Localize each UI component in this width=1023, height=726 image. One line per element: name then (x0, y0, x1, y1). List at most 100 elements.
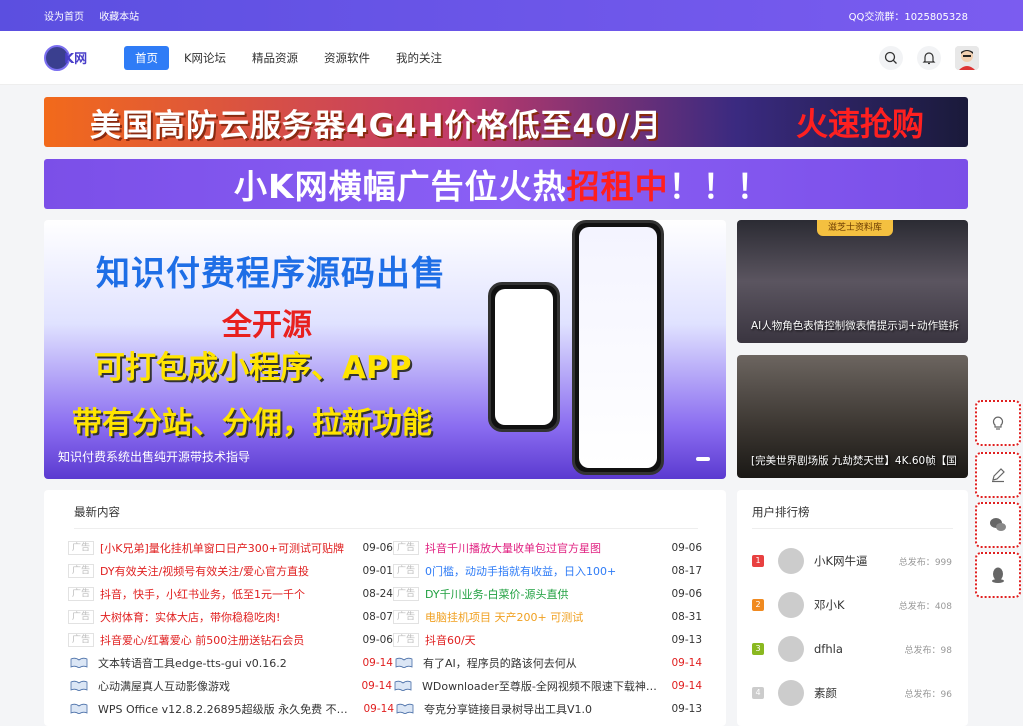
phone-mockup-back (488, 282, 560, 432)
float-post-button[interactable] (975, 452, 1021, 498)
ranking-user-name[interactable]: 邓小K (814, 597, 899, 613)
list-item-title[interactable]: 抖音，快手，小红书业务，低至1元一千个 (100, 586, 355, 602)
ranking-post-count: 总发布：98 (904, 645, 952, 656)
ranking-user-name[interactable]: 小K网牛逼 (814, 553, 899, 569)
wechat-icon (990, 518, 1006, 531)
table-row: 广告 DY有效关注/视频号有效关注/爱心官方直投 09-01 广告 0门槛，动动手指就有… (68, 559, 702, 582)
nav-software[interactable]: 资源软件 (313, 46, 381, 70)
list-item[interactable]: 有了AI，程序员的路该何去何从 09-14 (393, 655, 702, 671)
list-item[interactable]: WDownloader至尊版-全网视频不限速下载神器... 09-14 (392, 678, 702, 694)
list-item[interactable]: 广告 抖音，快手，小红书业务，低至1元一千个 08-24 (68, 586, 393, 602)
list-item-title[interactable]: 心动满屋真人互动影像游戏 (98, 678, 354, 694)
nav-premium[interactable]: 精品资源 (241, 46, 309, 70)
list-item-title[interactable]: [小K兄弟]量化挂机单窗口日产300+可测试可贴牌 (100, 540, 355, 556)
featured-card-tag: 滋芝士资料库 (817, 220, 893, 236)
avatar[interactable] (778, 592, 804, 618)
featured-card-2-title: [完美世界剧场版 九劫焚天世】4K.60帧【国 (751, 455, 957, 467)
ad-banner-rent[interactable]: 小K网横幅广告位火热招租中！！！ (44, 159, 968, 209)
qq-group[interactable]: QQ交流群：1025805328 (849, 8, 968, 23)
nav-forum[interactable]: K网论坛 (173, 46, 237, 70)
list-item[interactable]: 广告 抖音60/天 09-13 (392, 632, 702, 648)
list-item[interactable]: 广告 DY千川业务-白菜价-源头直供 09-06 (392, 586, 702, 602)
hero-carousel[interactable]: 知识付费程序源码出售 全开源 可打包成小程序、APP 带有分站、分佣，拉新功能 … (44, 220, 726, 479)
list-item-title[interactable]: 抖音60/天 (425, 632, 664, 648)
list-item-title[interactable]: 有了AI，程序员的路该何去何从 (423, 655, 664, 671)
featured-card-1[interactable]: 滋芝士资料库 AI人物角色表情控制微表情提示词+动作链拆 (737, 220, 968, 343)
list-item-title[interactable]: WDownloader至尊版-全网视频不限速下载神器... (422, 678, 664, 694)
list-item[interactable]: 广告 大树体育：实体大店，带你稳稳吃肉! 08-07 (68, 609, 393, 625)
ad-banner-server[interactable]: 美国高防云服务器4G4H价格低至40/月 火速抢购 (44, 97, 968, 147)
featured-card-1-title: AI人物角色表情控制微表情提示词+动作链拆 (751, 320, 960, 332)
list-item-title[interactable]: DY千川业务-白菜价-源头直供 (425, 586, 664, 602)
carousel-indicator[interactable] (696, 457, 710, 461)
main-nav: K网 首页 K网论坛 精品资源 资源软件 我的关注 (0, 31, 1023, 85)
hero-line-4: 带有分站、分佣，拉新功能 (72, 406, 432, 441)
avatar[interactable] (778, 636, 804, 662)
ranking-user-name[interactable]: dfhla (814, 642, 905, 656)
lightbulb-icon (992, 416, 1004, 430)
book-icon (70, 703, 88, 714)
list-item-date: 09-14 (671, 679, 702, 692)
list-item-title[interactable]: 抖音爱心/红薯爱心 前500注册送钻石会员 (100, 632, 355, 648)
avatar[interactable] (778, 548, 804, 574)
list-item[interactable]: 广告 抖音爱心/红薯爱心 前500注册送钻石会员 09-06 (68, 632, 393, 648)
topbar: 设为首页 收藏本站 QQ交流群：1025805328 (0, 0, 1023, 31)
list-item-date: 09-14 (361, 679, 392, 692)
list-item-title[interactable]: 文本转语音工具edge-tts-gui v0.16.2 (98, 655, 355, 671)
list-item-title[interactable]: 0门槛，动动手指就有收益，日入100+ (425, 563, 664, 579)
ad-label: 广告 (392, 540, 419, 555)
ranking-user-name[interactable]: 素颜 (814, 685, 905, 701)
ad-label: 广告 (392, 609, 419, 624)
ranking-user[interactable]: 2 邓小K 总发布：408 (752, 590, 952, 620)
nav-following[interactable]: 我的关注 (385, 46, 453, 70)
float-qq-button[interactable] (975, 552, 1021, 598)
rank-number: 1 (752, 555, 764, 567)
nav-home[interactable]: 首页 (124, 45, 169, 70)
list-item-title[interactable]: 大树体育：实体大店，带你稳稳吃肉! (100, 609, 355, 625)
user-ranking-title: 用户排行榜 (752, 505, 810, 519)
ad-banner-server-cta: 火速抢购 (795, 105, 924, 143)
float-wechat-button[interactable] (975, 502, 1021, 548)
list-item[interactable]: 夸克分享链接目录树导出工具V1.0 09-13 (394, 701, 702, 717)
list-item[interactable]: 广告 [小K兄弟]量化挂机单窗口日产300+可测试可贴牌 09-06 (68, 540, 393, 556)
set-homepage-link[interactable]: 设为首页 (44, 12, 84, 23)
ranking-user[interactable]: 3 dfhla 总发布：98 (752, 634, 952, 664)
list-item-title[interactable]: 抖音千川播放大量收单包过官方星图 (425, 540, 664, 556)
notification-button[interactable] (917, 45, 941, 70)
ranking-user[interactable]: 1 小K网牛逼 总发布：999 (752, 546, 952, 576)
ranking-post-count: 总发布：408 (898, 601, 952, 612)
bookmark-link[interactable]: 收藏本站 (99, 12, 139, 23)
search-icon (884, 51, 897, 64)
list-item-title[interactable]: DY有效关注/视频号有效关注/爱心官方直投 (100, 563, 355, 579)
list-item-date: 09-06 (362, 633, 393, 646)
list-item[interactable]: 广告 抖音千川播放大量收单包过官方星图 09-06 (392, 540, 702, 556)
book-icon (394, 680, 412, 691)
ranking-user[interactable]: 4 素颜 总发布：96 (752, 678, 952, 708)
list-item[interactable]: 文本转语音工具edge-tts-gui v0.16.2 09-14 (68, 655, 393, 671)
list-item-title[interactable]: WPS Office v12.8.2.26895超级版 永久免费 不用... (98, 701, 356, 717)
bell-icon (922, 51, 936, 64)
list-item-title[interactable]: 夸克分享链接目录树导出工具V1.0 (424, 701, 664, 717)
ad-label: 广告 (68, 563, 95, 578)
float-tip-button[interactable] (975, 400, 1021, 446)
table-row: 广告 [小K兄弟]量化挂机单窗口日产300+可测试可贴牌 09-06 广告 抖音千川播放… (68, 536, 702, 559)
book-icon (70, 657, 88, 668)
list-item-date: 09-06 (362, 541, 393, 554)
ad-banner-server-text: 美国高防云服务器4G4H价格低至40/月 (90, 107, 662, 144)
logo-text: K网 (64, 52, 88, 67)
latest-content-title: 最新内容 (74, 505, 120, 519)
list-item[interactable]: 广告 电脑挂机项目 天产200+ 可测试 08-31 (392, 609, 702, 625)
list-item-title[interactable]: 电脑挂机项目 天产200+ 可测试 (425, 609, 664, 625)
list-item[interactable]: 心动满屋真人互动影像游戏 09-14 (68, 678, 392, 694)
rank-number: 3 (752, 643, 764, 655)
site-logo[interactable]: K网 (44, 43, 96, 73)
table-row: 心动满屋真人互动影像游戏 09-14 WDownloader至尊版-全网视频不限速下… (68, 674, 702, 697)
list-item[interactable]: WPS Office v12.8.2.26895超级版 永久免费 不用... 09… (68, 701, 394, 717)
user-avatar[interactable] (955, 45, 979, 70)
list-item[interactable]: 广告 DY有效关注/视频号有效关注/爱心官方直投 09-01 (68, 563, 393, 579)
featured-card-2[interactable]: [完美世界剧场版 九劫焚天世】4K.60帧【国 (737, 355, 968, 478)
list-item[interactable]: 广告 0门槛，动动手指就有收益，日入100+ 08-17 (392, 563, 702, 579)
nav-menu: 首页 K网论坛 精品资源 资源软件 我的关注 (124, 45, 453, 70)
avatar[interactable] (778, 680, 804, 706)
search-button[interactable] (879, 45, 903, 70)
